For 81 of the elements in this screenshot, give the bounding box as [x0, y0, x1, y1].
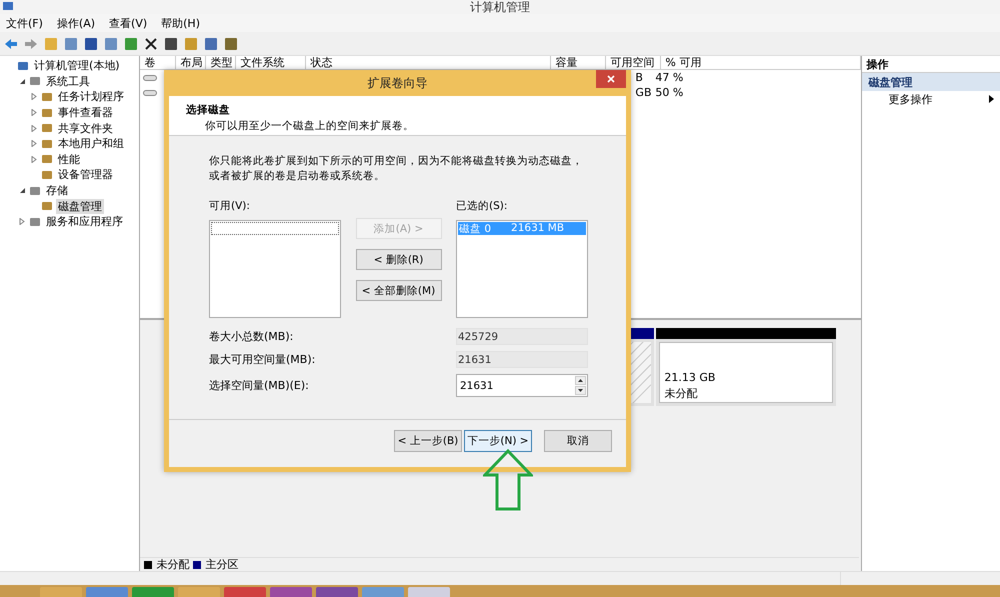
submenu-arrow-icon [989, 95, 994, 103]
toolbar-icon[interactable] [164, 36, 178, 50]
column-header[interactable]: 可用空间 [606, 56, 662, 69]
folder-icon [41, 168, 53, 181]
readonly-field: 21631 [456, 351, 588, 368]
menu-item[interactable]: 操作(A) [56, 16, 96, 30]
close-button[interactable] [596, 70, 626, 88]
close-icon [607, 75, 615, 83]
tree-item[interactable]: 本地用户和组 [56, 136, 126, 152]
folder-icon [29, 216, 41, 228]
column-header[interactable]: 容量 [551, 56, 606, 69]
tree-item[interactable]: 任务计划程序 [56, 89, 126, 104]
dialog-button[interactable]: < 上一步(B) [394, 430, 462, 452]
menu-item[interactable]: 查看(V) [109, 16, 148, 30]
up-arrow-icon [483, 449, 533, 511]
list-label: 可用(V): [209, 199, 251, 213]
folder-icon [41, 122, 53, 134]
column-header[interactable]: 文件系统 [236, 56, 306, 69]
legend-label: 未分配 [156, 557, 190, 572]
step-title: 选择磁盘 [186, 103, 231, 117]
dialog-button[interactable]: 下一步(N) > [464, 430, 532, 452]
legend-label: 主分区 [205, 557, 238, 572]
partition-status: 未分配 [664, 386, 698, 401]
tree-item[interactable]: 共享文件夹 [56, 120, 115, 136]
menu-item[interactable]: 文件(F) [6, 16, 43, 30]
folder-icon [29, 75, 41, 88]
toolbar-icon[interactable] [144, 36, 158, 50]
expanded-icon[interactable] [19, 187, 25, 194]
collapsed-icon[interactable] [31, 93, 37, 100]
menu-item[interactable]: 帮助(H) [161, 16, 200, 30]
readonly-field: 425729 [456, 328, 588, 345]
column-header[interactable]: % 可用 [661, 56, 862, 69]
collapsed-icon[interactable] [19, 218, 25, 226]
collapsed-icon[interactable] [31, 124, 37, 132]
action-link[interactable]: 更多操作 [888, 92, 932, 106]
folder-icon [29, 184, 41, 197]
drive-icon [143, 75, 158, 81]
dialog-title: 扩展卷向导 [368, 74, 428, 92]
folder-icon [17, 60, 29, 72]
table-cell-text: GB [634, 86, 652, 99]
table-cell-text: 50 % [654, 86, 684, 99]
expanded-icon[interactable] [19, 78, 25, 85]
dialog-button[interactable]: 取消 [544, 430, 612, 452]
tree-item[interactable]: 事件查看器 [56, 105, 115, 120]
drive-icon [143, 90, 158, 96]
tree-item[interactable]: 设备管理器 [56, 167, 115, 182]
collapsed-icon[interactable] [31, 109, 37, 116]
collapsed-icon[interactable] [31, 156, 37, 163]
folder-icon [41, 200, 53, 212]
column-header[interactable]: 类型 [206, 56, 236, 69]
list-label: 已选的(S): [456, 199, 508, 213]
field-label: 最大可用空间量(MB): [209, 352, 316, 367]
tree-item[interactable]: 磁盘管理 [56, 198, 104, 214]
window-title: 计算机管理 [470, 0, 530, 16]
toolbar-icon[interactable] [84, 36, 98, 50]
partition-size: 21.13 GB [664, 371, 716, 384]
partition-block[interactable]: 21.13 GB 未分配 [656, 328, 836, 406]
tree-item[interactable]: 系统工具 [44, 74, 92, 89]
tree-item[interactable]: 性能 [56, 152, 82, 167]
field-label: 选择空间量(MB)(E): [209, 378, 309, 393]
table-cell-text: 47 % [654, 71, 684, 84]
app-icon [2, 1, 14, 13]
collapsed-icon[interactable] [31, 140, 37, 148]
column-header[interactable]: 布局 [176, 56, 206, 69]
move-button[interactable]: < 全部删除(M) [356, 280, 442, 301]
table-cell-text: B [634, 71, 644, 84]
column-header[interactable]: 状态 [306, 56, 552, 69]
column-header[interactable]: 卷 [140, 56, 176, 69]
actions-section: 磁盘管理 [862, 73, 1000, 91]
folder-icon [41, 90, 53, 103]
move-button[interactable]: < 删除(R) [356, 249, 442, 270]
tree-item[interactable]: 存储 [44, 183, 70, 198]
step-subtitle: 你可以用至少一个磁盘上的空间来扩展卷。 [204, 119, 415, 133]
folder-icon [41, 153, 53, 166]
available-list[interactable] [209, 220, 341, 318]
folder-icon [41, 138, 53, 150]
field-label: 卷大小总数(MB): [209, 329, 294, 344]
description-text: 你只能将此卷扩展到如下所示的可用空间，因为不能将磁盘转换为动态磁盘，或者被扩展的卷是启动卷或系统卷。 [209, 154, 584, 184]
tree-item[interactable]: 服务和应用程序 [44, 214, 125, 230]
tree-item[interactable]: 计算机管理(本地) [32, 58, 122, 74]
folder-icon [41, 106, 53, 119]
